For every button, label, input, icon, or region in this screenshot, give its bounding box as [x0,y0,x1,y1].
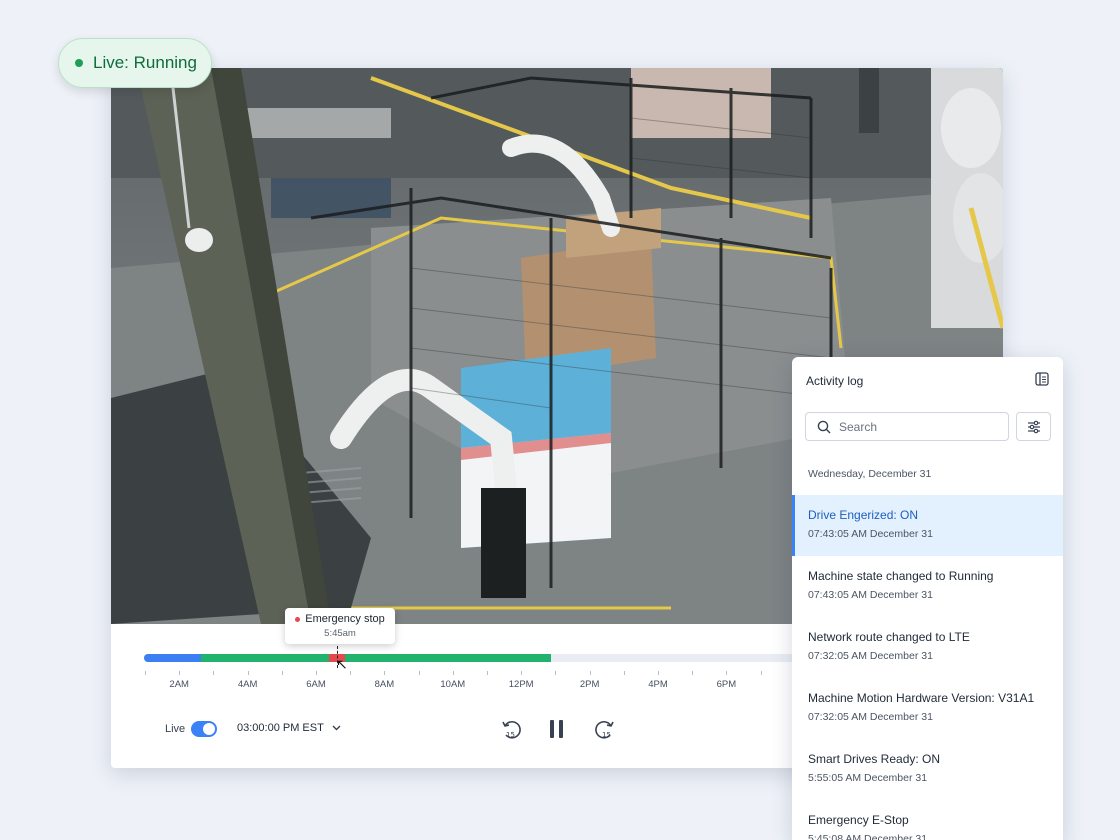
log-event: Machine state changed to Running [808,569,994,583]
timeline-tick-label: 2AM [169,679,189,690]
timeline-segment[interactable] [201,654,329,662]
timeline-tick [726,671,728,675]
log-entry[interactable]: Machine Motion Hardware Version: V31A1 07… [792,678,1063,739]
timeline-segment[interactable] [144,654,201,662]
status-label: Live: Running [93,53,197,72]
estop-dot-icon [295,616,301,622]
timeline-tick [623,671,625,675]
timeline-tick [145,671,146,675]
log-event: Emergency E-Stop [808,813,909,827]
timeline-tick-label: 8AM [374,679,395,690]
time-select[interactable]: 03:00:00 PM EST [237,722,341,734]
log-timestamp: 07:43:05 AM December 31 [808,528,933,540]
timeline-tick [692,671,694,675]
search-placeholder: Search [839,419,878,434]
timeline-tick [760,671,762,675]
search-input[interactable]: Search [805,412,1009,441]
log-timestamp: 07:32:05 AM December 31 [808,650,933,662]
live-toggle[interactable] [191,721,217,737]
timeline-tick [418,671,420,675]
event-tooltip: Emergency stop 5:45am [285,608,395,644]
log-timestamp: 5:55:05 AM December 31 [808,772,928,784]
rewind-15-button[interactable]: 15 [498,715,524,743]
log-entry[interactable]: Network route changed to LTE 07:32:05 AM … [792,617,1063,678]
timeline-tick [589,671,591,675]
pause-icon [550,720,563,738]
timeline-tick-label: 2PM [579,679,600,690]
timeline-tick [487,671,488,675]
rewind-15-icon: 15 [502,720,521,739]
toggle-knob [203,723,215,735]
svg-text:15: 15 [602,731,611,739]
timeline-tick [658,671,659,675]
tooltip-title: Emergency stop [305,613,385,625]
log-entry[interactable]: Emergency E-Stop 5:45:08 AM December 31 [792,800,1063,840]
timeline-tick [179,671,181,675]
timeline-tick [350,671,352,675]
timeline-tick-label: 10AM [440,679,466,690]
timeline-tick-label: 4AM [237,679,258,690]
pause-button[interactable] [544,715,570,743]
tooltip-time: 5:45am [324,628,356,639]
log-list: Drive Engerized: ON 07:43:05 AM December … [792,495,1063,840]
timeline-tick-label: 4PM [648,679,668,690]
timeline-ticks [144,671,904,677]
panel-title: Activity log [806,374,864,388]
log-entry[interactable]: Drive Engerized: ON 07:43:05 AM December … [792,495,1063,556]
log-timestamp: 5:45:08 AM December 31 [808,833,928,840]
pointer-cursor-icon: ↖ [336,656,348,672]
timeline-segment[interactable] [345,654,552,662]
log-timestamp: 07:32:05 AM December 31 [808,711,933,723]
timeline-tick-label: 6PM [716,679,737,690]
timeline-tick-label: 12PM [508,679,534,690]
log-event: Machine Motion Hardware Version: V31A1 [808,691,1035,705]
log-event: Drive Engerized: ON [808,508,919,522]
timeline-tick [213,671,215,675]
activity-log-panel: Activity log Search Wednesday, December … [792,357,1063,840]
filter-button[interactable] [1016,412,1051,441]
timeline-tick [521,671,523,675]
log-entry[interactable]: Machine state changed to Running 07:43:05… [792,556,1063,617]
log-event: Network route changed to LTE [808,630,970,644]
timeline-track[interactable] [144,654,904,662]
chevron-down-icon [332,725,341,731]
status-dot-icon [75,59,83,67]
log-event: Smart Drives Ready: ON [808,752,941,766]
forward-15-button[interactable]: 15 [592,715,618,743]
log-entry[interactable]: Smart Drives Ready: ON 5:55:05 AM Decembe… [792,739,1063,800]
timeline-tick [555,671,557,675]
status-pill: Live: Running [58,38,212,88]
svg-text:15: 15 [506,731,515,739]
log-timestamp: 07:43:05 AM December 31 [808,589,933,601]
log-date-header: Wednesday, December 31 [808,468,932,480]
forward-15-icon: 15 [595,720,614,739]
timeline-tick [452,671,454,675]
timeline-tick [316,671,317,675]
panel-toggle-icon [1035,372,1049,386]
sliders-icon [1027,420,1040,433]
timeline-tick [281,671,283,675]
collapse-panel-button[interactable] [1035,372,1049,391]
search-icon [817,420,831,433]
timeline-tick [384,671,386,675]
live-label: Live [165,723,186,735]
timeline-tick [247,671,249,675]
timeline-tick-label: 6AM [306,679,326,690]
time-value: 03:00:00 PM EST [237,722,324,734]
